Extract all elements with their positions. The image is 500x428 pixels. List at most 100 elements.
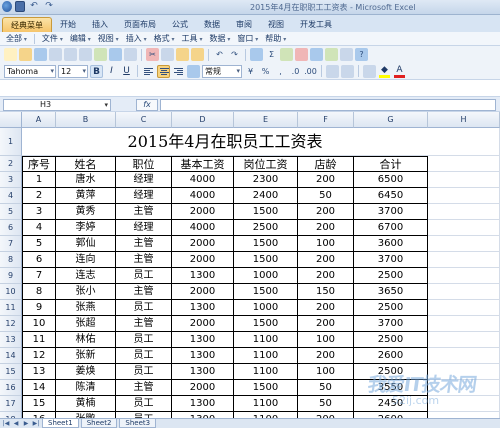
borders-icon[interactable] bbox=[363, 64, 376, 78]
data-cell[interactable]: 2500 bbox=[354, 268, 428, 284]
data-cell[interactable]: 6700 bbox=[354, 220, 428, 236]
align-left-icon[interactable] bbox=[142, 65, 155, 78]
increase-decimal-icon[interactable]: .0 bbox=[289, 65, 302, 78]
data-cell[interactable]: 200 bbox=[298, 300, 354, 316]
data-cell[interactable]: 200 bbox=[298, 316, 354, 332]
comma-style-icon[interactable]: , bbox=[274, 65, 287, 78]
fill-color-icon[interactable]: ◆ bbox=[378, 65, 391, 78]
data-cell[interactable]: 张小 bbox=[56, 284, 116, 300]
data-cell[interactable]: 100 bbox=[298, 236, 354, 252]
tab-formulas[interactable]: 公式 bbox=[164, 17, 196, 32]
decrease-decimal-icon[interactable]: .00 bbox=[304, 65, 317, 78]
row-header[interactable]: 9 bbox=[0, 268, 22, 284]
data-cell[interactable]: 1100 bbox=[234, 364, 298, 380]
data-cell[interactable]: 1500 bbox=[234, 252, 298, 268]
redo-icon[interactable]: ↷ bbox=[228, 48, 241, 61]
header-cell[interactable]: 岗位工资 bbox=[234, 156, 298, 172]
data-cell[interactable]: 1500 bbox=[234, 204, 298, 220]
empty-cell[interactable] bbox=[428, 236, 500, 252]
data-cell[interactable]: 主管 bbox=[116, 204, 172, 220]
data-cell[interactable]: 2400 bbox=[234, 188, 298, 204]
new-file-icon[interactable] bbox=[4, 48, 17, 61]
decrease-indent-icon[interactable] bbox=[326, 64, 339, 78]
data-cell[interactable]: 黄萍 bbox=[56, 188, 116, 204]
align-right-icon[interactable] bbox=[172, 65, 185, 78]
data-cell[interactable]: 3700 bbox=[354, 316, 428, 332]
data-cell[interactable]: 2 bbox=[22, 188, 56, 204]
prev-sheet-icon[interactable]: ◀ bbox=[12, 420, 20, 427]
data-cell[interactable]: 5 bbox=[22, 236, 56, 252]
autosum-icon[interactable]: Σ bbox=[265, 48, 278, 61]
save-icon[interactable] bbox=[34, 48, 47, 61]
font-size-combo[interactable]: 12 bbox=[58, 64, 88, 78]
data-cell[interactable]: 3700 bbox=[354, 252, 428, 268]
data-cell[interactable]: 3600 bbox=[354, 236, 428, 252]
tab-insert[interactable]: 插入 bbox=[84, 17, 116, 32]
data-cell[interactable]: 姜焕 bbox=[56, 364, 116, 380]
data-cell[interactable]: 员工 bbox=[116, 268, 172, 284]
format-painter-icon[interactable] bbox=[191, 48, 204, 61]
row-header[interactable]: 14 bbox=[0, 348, 22, 364]
row-header[interactable]: 17 bbox=[0, 396, 22, 412]
print-icon[interactable] bbox=[79, 48, 92, 61]
data-cell[interactable]: 200 bbox=[298, 220, 354, 236]
data-cell[interactable]: 员工 bbox=[116, 300, 172, 316]
help-icon[interactable]: ? bbox=[355, 48, 368, 61]
row-header[interactable]: 13 bbox=[0, 332, 22, 348]
first-sheet-icon[interactable]: |◀ bbox=[2, 420, 10, 427]
data-cell[interactable]: 1300 bbox=[172, 268, 234, 284]
data-cell[interactable]: 黄秀 bbox=[56, 204, 116, 220]
empty-cell[interactable] bbox=[428, 268, 500, 284]
data-cell[interactable]: 经理 bbox=[116, 172, 172, 188]
data-cell[interactable]: 张燕 bbox=[56, 300, 116, 316]
data-cell[interactable]: 2600 bbox=[354, 348, 428, 364]
font-color-icon[interactable]: A bbox=[393, 65, 406, 78]
column-header[interactable]: E bbox=[234, 112, 298, 128]
data-cell[interactable]: 1500 bbox=[234, 236, 298, 252]
copy-icon[interactable] bbox=[161, 48, 174, 61]
data-cell[interactable]: 李婷 bbox=[56, 220, 116, 236]
empty-cell[interactable] bbox=[428, 332, 500, 348]
number-format-combo[interactable]: 常规 bbox=[202, 64, 242, 78]
select-all-corner[interactable] bbox=[0, 112, 22, 128]
data-cell[interactable]: 主管 bbox=[116, 252, 172, 268]
redo-icon[interactable]: ↷ bbox=[43, 1, 55, 12]
data-cell[interactable]: 6500 bbox=[354, 172, 428, 188]
column-header[interactable]: D bbox=[172, 112, 234, 128]
header-cell[interactable]: 店龄 bbox=[298, 156, 354, 172]
menu-edit[interactable]: 编辑 bbox=[68, 33, 93, 44]
increase-indent-icon[interactable] bbox=[341, 64, 354, 78]
paste-icon[interactable] bbox=[176, 48, 189, 61]
column-header[interactable]: C bbox=[116, 112, 172, 128]
permission-icon[interactable] bbox=[49, 48, 62, 61]
chart-wizard-icon[interactable] bbox=[310, 48, 323, 61]
merge-center-icon[interactable] bbox=[187, 64, 200, 78]
data-cell[interactable]: 12 bbox=[22, 348, 56, 364]
data-cell[interactable]: 主管 bbox=[116, 236, 172, 252]
data-cell[interactable]: 1300 bbox=[172, 348, 234, 364]
data-cell[interactable]: 2000 bbox=[172, 284, 234, 300]
row-header[interactable]: 3 bbox=[0, 172, 22, 188]
data-cell[interactable]: 3700 bbox=[354, 204, 428, 220]
row-header[interactable]: 12 bbox=[0, 316, 22, 332]
data-cell[interactable]: 9 bbox=[22, 300, 56, 316]
data-cell[interactable]: 1000 bbox=[234, 300, 298, 316]
last-sheet-icon[interactable]: ▶| bbox=[32, 420, 40, 427]
tab-home[interactable]: 开始 bbox=[52, 17, 84, 32]
name-box[interactable]: H3 bbox=[3, 99, 111, 111]
email-icon[interactable] bbox=[64, 48, 77, 61]
tab-review[interactable]: 审阅 bbox=[228, 17, 260, 32]
data-cell[interactable]: 1 bbox=[22, 172, 56, 188]
data-cell[interactable]: 2500 bbox=[354, 300, 428, 316]
data-cell[interactable]: 2000 bbox=[172, 380, 234, 396]
data-cell[interactable]: 连向 bbox=[56, 252, 116, 268]
data-cell[interactable]: 13 bbox=[22, 364, 56, 380]
office-button-icon[interactable] bbox=[2, 1, 12, 12]
data-cell[interactable]: 2000 bbox=[172, 204, 234, 220]
data-cell[interactable]: 唐水 bbox=[56, 172, 116, 188]
data-cell[interactable]: 1100 bbox=[234, 332, 298, 348]
data-cell[interactable]: 1300 bbox=[172, 396, 234, 412]
data-cell[interactable]: 10 bbox=[22, 316, 56, 332]
undo-icon[interactable]: ↶ bbox=[213, 48, 226, 61]
data-cell[interactable]: 主管 bbox=[116, 380, 172, 396]
